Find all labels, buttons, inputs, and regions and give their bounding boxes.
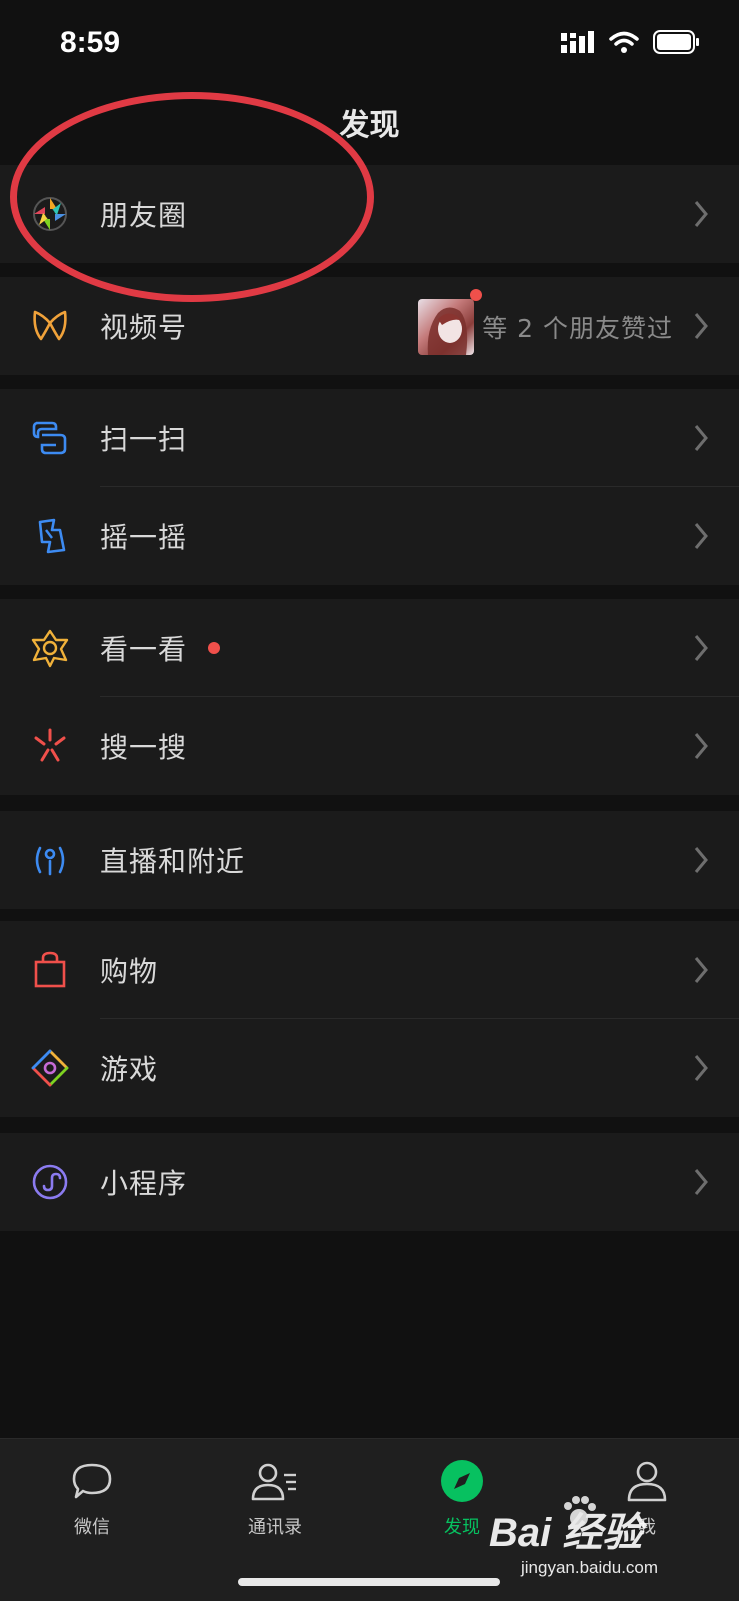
status-time: 8:59 [60, 26, 121, 59]
watermark: Bai 经验 jingyan.baidu.com [461, 1488, 721, 1600]
channels-icon [30, 306, 70, 346]
page-title: 发现 [339, 108, 400, 143]
tab-label-contacts: 通讯录 [248, 1517, 302, 1538]
moments-icon [30, 194, 70, 234]
menu-item-shake[interactable]: 摇一摇 [0, 487, 739, 585]
tab-label-chats: 微信 [74, 1517, 110, 1538]
chevron-right-icon [694, 523, 708, 549]
signal-icon [561, 31, 594, 53]
wifi-icon [609, 31, 639, 53]
group-shopping-games: 购物 游戏 [0, 921, 739, 1117]
menu-label-scan: 扫一扫 [100, 423, 188, 456]
menu-item-top-stories[interactable]: 看一看 [0, 599, 739, 697]
group-stories-search: 看一看 搜一搜 [0, 599, 739, 795]
chevron-right-icon [694, 733, 708, 759]
menu-item-shopping[interactable]: 购物 [0, 921, 739, 1019]
channels-liked-text: 等 2 个朋友赞过 [482, 314, 673, 343]
menu-item-games[interactable]: 游戏 [0, 1019, 739, 1117]
menu-item-moments[interactable]: 朋友圈 [0, 165, 739, 263]
group-channels: 视频号 等 2 个朋友赞过 [0, 277, 739, 375]
menu-item-mini-programs[interactable]: 小程序 [0, 1133, 739, 1231]
menu-item-search[interactable]: 搜一搜 [0, 697, 739, 795]
menu-label-live-nearby: 直播和附近 [100, 845, 246, 878]
menu-label-channels: 视频号 [100, 311, 188, 344]
status-bar: 8:59 [0, 0, 739, 90]
watermark-brand: Bai 经验 [489, 1511, 643, 1555]
menu-label-top-stories: 看一看 [100, 633, 188, 666]
channels-liked-info: 等 2 个朋友赞过 [418, 289, 673, 355]
games-icon [30, 1048, 70, 1088]
tab-contacts[interactable]: 通讯录 [220, 1459, 330, 1539]
group-mini-programs: 小程序 [0, 1133, 739, 1231]
chevron-right-icon [694, 1169, 708, 1195]
scan-icon [30, 418, 70, 458]
mini-programs-icon [30, 1162, 70, 1202]
new-badge-dot [470, 289, 483, 301]
chevron-right-icon [694, 957, 708, 983]
group-scan-shake: 扫一扫 摇一摇 [0, 389, 739, 585]
group-moments: 朋友圈 [0, 165, 739, 263]
menu-item-live-nearby[interactable]: 直播和附近 [0, 811, 739, 909]
friend-avatar [418, 299, 475, 355]
menu-label-games: 游戏 [100, 1053, 159, 1086]
battery-icon [653, 30, 699, 54]
chevron-right-icon [694, 847, 708, 873]
watermark-url: jingyan.baidu.com [521, 1558, 659, 1577]
contacts-icon [220, 1459, 330, 1503]
status-icons [561, 30, 699, 54]
chevron-right-icon [694, 1055, 708, 1081]
menu-item-scan[interactable]: 扫一扫 [0, 389, 739, 487]
menu-label-mini-programs: 小程序 [100, 1167, 188, 1200]
chevron-right-icon [694, 313, 708, 339]
home-indicator [238, 1578, 500, 1586]
chevron-right-icon [694, 201, 708, 227]
chat-bubble-icon [37, 1459, 147, 1503]
live-nearby-icon [30, 840, 70, 880]
search-icon [30, 726, 70, 766]
tab-chats[interactable]: 微信 [37, 1459, 147, 1539]
menu-label-shopping: 购物 [100, 955, 159, 988]
menu-label-search: 搜一搜 [100, 731, 188, 764]
chevron-right-icon [694, 635, 708, 661]
shake-icon [30, 516, 70, 556]
menu-label-moments: 朋友圈 [100, 199, 188, 232]
chevron-right-icon [694, 425, 708, 451]
top-stories-icon [30, 628, 70, 668]
menu-label-shake: 摇一摇 [100, 521, 188, 554]
group-live-nearby: 直播和附近 [0, 811, 739, 909]
new-badge-dot [208, 642, 220, 654]
shopping-bag-icon [30, 950, 70, 990]
menu-item-channels[interactable]: 视频号 等 2 个朋友赞过 [0, 277, 739, 375]
